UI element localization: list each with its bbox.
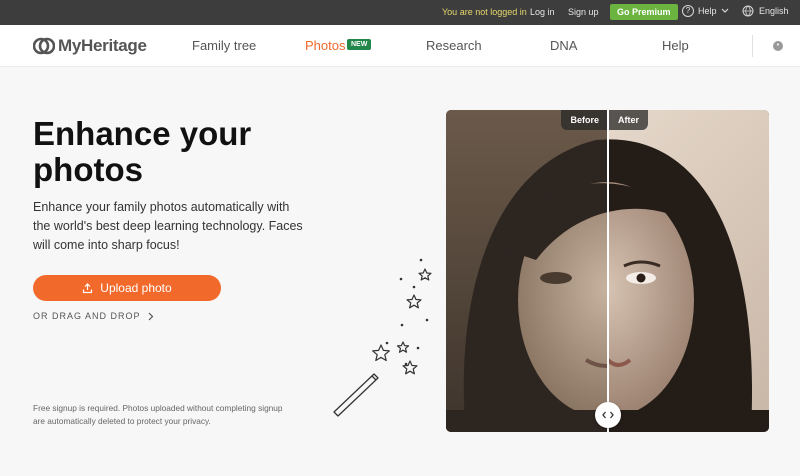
chevron-left-right-icon xyxy=(602,411,614,419)
comparison-divider[interactable] xyxy=(607,110,609,432)
language-label: English xyxy=(759,6,789,16)
drag-and-drop-link[interactable]: OR DRAG AND DROP xyxy=(33,311,154,321)
chevron-down-icon xyxy=(721,8,728,13)
comparison-slider-handle[interactable] xyxy=(595,402,621,428)
help-menu-label: Help xyxy=(698,6,717,16)
nav-research[interactable]: Research xyxy=(426,38,482,53)
login-status-text: You are not logged in xyxy=(442,7,527,17)
magic-wand-illustration xyxy=(333,258,432,417)
top-utility-bar: You are not logged in Log in Sign up Go … xyxy=(0,0,800,25)
myheritage-logo[interactable]: MyHeritage xyxy=(33,36,147,56)
go-premium-button[interactable]: Go Premium xyxy=(610,4,678,20)
upload-photo-button[interactable]: Upload photo xyxy=(33,275,221,301)
page-subtitle: Enhance your family photos automatically… xyxy=(33,200,303,252)
help-menu[interactable]: ? Help xyxy=(682,5,729,17)
chevron-right-icon xyxy=(148,312,153,320)
nav-help[interactable]: Help xyxy=(662,38,689,53)
page-title: Enhance your photos xyxy=(33,115,252,188)
globe-icon xyxy=(742,5,754,17)
nav-dna[interactable]: DNA xyxy=(550,38,577,53)
upload-icon xyxy=(83,282,93,293)
login-link[interactable]: Log in xyxy=(530,7,555,17)
signup-link[interactable]: Sign up xyxy=(568,7,599,17)
new-badge: NEW xyxy=(347,39,372,50)
after-label: After xyxy=(609,110,649,130)
nav-divider xyxy=(752,35,753,57)
star-icons xyxy=(372,268,432,375)
main-navigation: MyHeritage Family tree Photos NEW Resear… xyxy=(0,25,800,67)
nav-family-tree[interactable]: Family tree xyxy=(192,38,256,53)
language-selector[interactable]: English xyxy=(742,5,789,17)
before-label: Before xyxy=(561,110,608,130)
nav-photos[interactable]: Photos xyxy=(305,38,345,53)
question-icon: ? xyxy=(682,5,694,17)
upload-photo-label: Upload photo xyxy=(100,281,172,295)
privacy-disclaimer: Free signup is required. Photos uploaded… xyxy=(33,403,283,426)
user-avatar-icon[interactable]: • xyxy=(773,41,783,51)
drag-and-drop-label: OR DRAG AND DROP xyxy=(33,311,141,321)
logo-mark-icon xyxy=(33,37,55,55)
before-after-comparison[interactable]: Before After xyxy=(446,110,769,432)
logo-text: MyHeritage xyxy=(58,36,147,55)
